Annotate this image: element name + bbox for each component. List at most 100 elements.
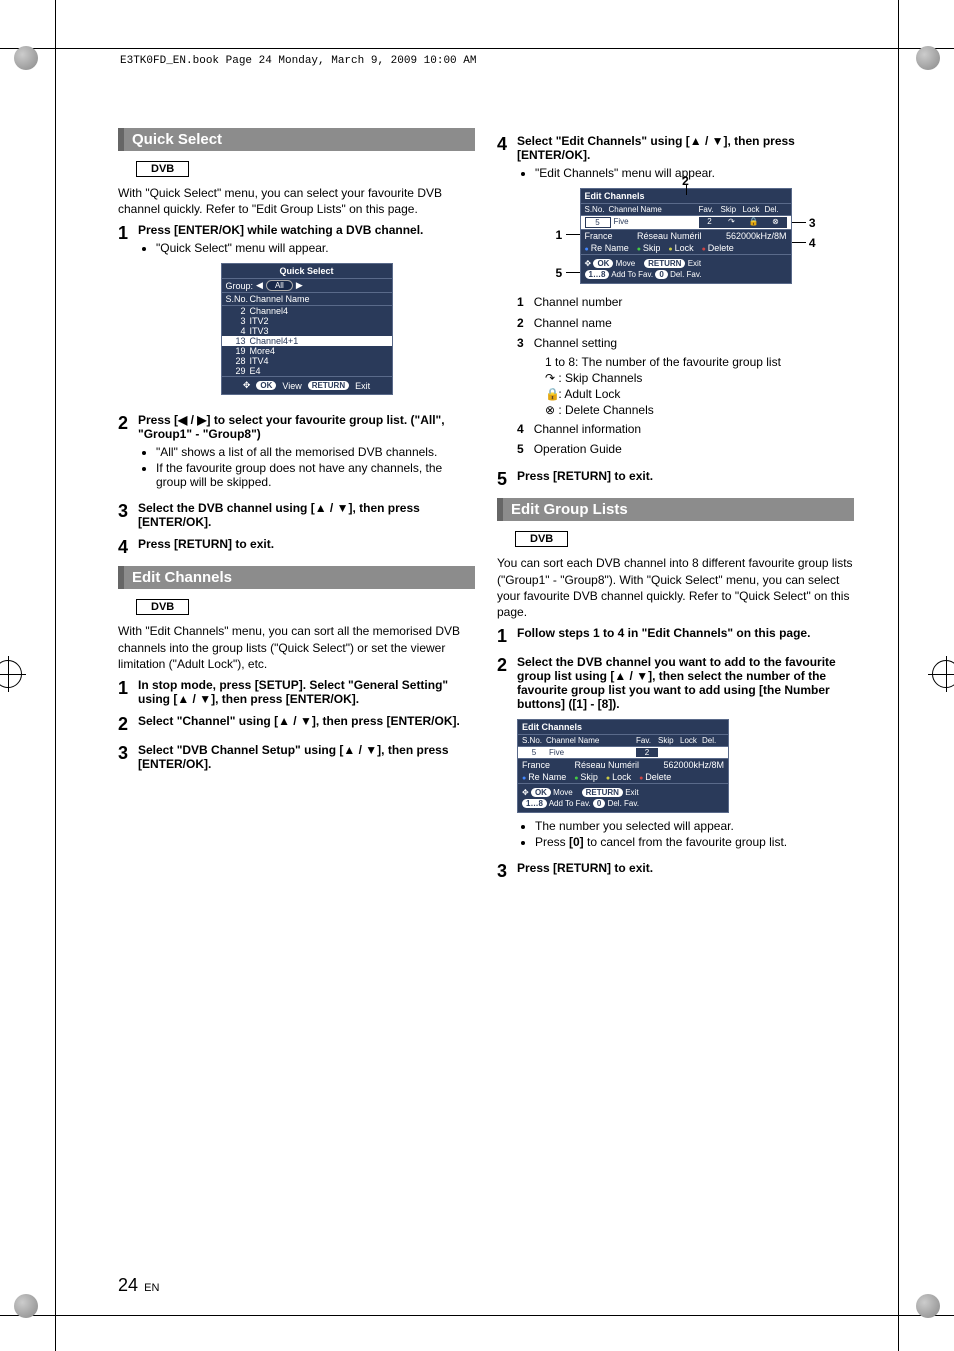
guide-move: Move bbox=[553, 788, 573, 797]
return-button-icon: RETURN bbox=[644, 259, 685, 268]
intro-text: With "Edit Channels" menu, you can sort … bbox=[118, 623, 475, 672]
intro-text: With "Quick Select" menu, you can select… bbox=[118, 185, 475, 217]
list-name: ITV3 bbox=[250, 326, 269, 336]
step-bullet: "Edit Channels" menu will appear. bbox=[535, 166, 854, 180]
op-delete: Delete bbox=[702, 243, 734, 253]
left-column: Quick Select DVB With "Quick Select" men… bbox=[118, 128, 475, 890]
list-name: ITV4 bbox=[250, 356, 269, 366]
guide-delfav: Del. Fav. bbox=[608, 799, 639, 808]
return-button-icon: RETURN bbox=[582, 788, 623, 797]
op-rename: Re Name bbox=[585, 243, 629, 253]
ok-button-icon: OK bbox=[593, 259, 613, 268]
info-country: France bbox=[522, 760, 550, 770]
num-button-icon: 1…8 bbox=[585, 270, 610, 279]
crop-line bbox=[0, 48, 954, 49]
legend-item: Channel information bbox=[534, 422, 641, 436]
step-lead: Select "Edit Channels" using [▲ / ▼], th… bbox=[517, 134, 854, 162]
foot-view: View bbox=[282, 381, 301, 391]
step-4: 4 Press [RETURN] to exit. bbox=[118, 537, 475, 558]
section-title-quick-select: Quick Select bbox=[118, 128, 475, 151]
col-del: Del. bbox=[702, 736, 724, 745]
step-lead: Select "DVB Channel Setup" using [▲ / ▼]… bbox=[138, 743, 475, 771]
register-mark-icon bbox=[0, 660, 22, 688]
guide-move: Move bbox=[616, 259, 636, 268]
step-3: 3Select "DVB Channel Setup" using [▲ / ▼… bbox=[118, 743, 475, 771]
step-lead: Press [◀ / ▶] to select your favourite g… bbox=[138, 413, 475, 441]
ok-button-icon: OK bbox=[256, 381, 276, 390]
step-lead: Press [RETURN] to exit. bbox=[517, 861, 854, 875]
info-mux: Réseau Numéril bbox=[637, 231, 702, 241]
step-lead: Press [ENTER/OK] while watching a DVB ch… bbox=[138, 223, 475, 237]
col-skip: Skip bbox=[721, 205, 743, 214]
legend: 1 Channel number 2 Channel name 3 Channe… bbox=[517, 294, 854, 457]
step-1: 1 Press [ENTER/OK] while watching a DVB … bbox=[118, 223, 475, 405]
step-lead: In stop mode, press [SETUP]. Select "Gen… bbox=[138, 678, 475, 706]
row-sno: 5 bbox=[522, 748, 546, 757]
step-1: 1Follow steps 1 to 4 in "Edit Channels" … bbox=[497, 626, 854, 647]
row-sno: 5 bbox=[585, 217, 611, 228]
info-freq: 562000kHz/8M bbox=[663, 760, 724, 770]
step-5: 5 Press [RETURN] to exit. bbox=[497, 469, 854, 490]
op-skip: Skip bbox=[637, 243, 661, 253]
list-sno: 28 bbox=[226, 356, 250, 366]
step-lead: Select the DVB channel you want to add t… bbox=[517, 655, 854, 711]
arrow-right-icon: ▶ bbox=[296, 280, 303, 291]
list-sno: 19 bbox=[226, 346, 250, 356]
legend-item: Operation Guide bbox=[534, 442, 622, 456]
edit-channels-ui: Edit Channels S.No. Channel Name Fav. Sk… bbox=[580, 188, 792, 284]
col-name: Channel Name bbox=[546, 736, 636, 745]
callout-3: 3 bbox=[809, 216, 816, 230]
crop-line bbox=[55, 0, 56, 1351]
list-sno: 2 bbox=[226, 306, 250, 316]
list-name: ITV2 bbox=[250, 316, 269, 326]
col-sno: S.No. bbox=[522, 736, 546, 745]
register-circle-icon bbox=[916, 46, 940, 70]
group-label: Group: bbox=[226, 281, 254, 291]
ui-title: Edit Channels bbox=[518, 720, 728, 734]
crop-line bbox=[0, 1315, 954, 1316]
info-country: France bbox=[585, 231, 613, 241]
step-2: 2 Press [◀ / ▶] to select your favourite… bbox=[118, 413, 475, 493]
step-lead: Select the DVB channel using [▲ / ▼], th… bbox=[138, 501, 475, 529]
ok-button-icon: OK bbox=[531, 788, 551, 797]
col-fav: Fav. bbox=[699, 205, 721, 214]
foot-exit: Exit bbox=[355, 381, 370, 391]
page-number-value: 24 bbox=[118, 1275, 138, 1295]
col-lock: Lock bbox=[743, 205, 765, 214]
zero-button-icon: 0 bbox=[593, 799, 605, 808]
step-lead: Select "Channel" using [▲ / ▼], then pre… bbox=[138, 714, 475, 728]
col-lock: Lock bbox=[680, 736, 702, 745]
zero-button-icon: 0 bbox=[655, 270, 667, 279]
register-circle-icon bbox=[14, 46, 38, 70]
step-2: 2Select "Channel" using [▲ / ▼], then pr… bbox=[118, 714, 475, 735]
dvb-tag: DVB bbox=[136, 161, 189, 177]
guide-delfav: Del. Fav. bbox=[670, 270, 701, 279]
lock-icon: 🔒 bbox=[545, 387, 555, 401]
row-fav: 2 bbox=[699, 217, 721, 228]
col-del: Del. bbox=[765, 205, 787, 214]
callout-1: 1 bbox=[556, 228, 563, 242]
intro-text: You can sort each DVB channel into 8 dif… bbox=[497, 555, 854, 620]
step-2: 2 Select the DVB channel you want to add… bbox=[497, 655, 854, 853]
step-lead: Follow steps 1 to 4 in "Edit Channels" o… bbox=[517, 626, 854, 640]
legend-sub: : Skip Channels bbox=[558, 371, 642, 385]
step-bullet: If the favourite group does not have any… bbox=[156, 461, 475, 489]
page-number-suffix: EN bbox=[144, 1282, 159, 1294]
list-sno: 13 bbox=[226, 336, 250, 346]
list-name: More4 bbox=[250, 346, 276, 356]
dpad-icon: ✥ bbox=[522, 788, 529, 797]
step-bullet: "Quick Select" menu will appear. bbox=[156, 241, 475, 255]
quick-select-ui: Quick Select Group: ◀ All ▶ S.No. Chan bbox=[221, 263, 393, 395]
step-4: 4 Select "Edit Channels" using [▲ / ▼], … bbox=[497, 134, 854, 461]
edit-channels-ui-wrap: 2 1 3 4 5 Edit Channels bbox=[556, 188, 816, 284]
legend-sub: : Delete Channels bbox=[558, 403, 653, 417]
op-skip: Skip bbox=[574, 772, 598, 782]
op-rename: Re Name bbox=[522, 772, 566, 782]
ui-title: Quick Select bbox=[222, 264, 392, 278]
callout-5: 5 bbox=[556, 266, 563, 280]
step-bullet: The number you selected will appear. bbox=[535, 819, 854, 833]
col-fav: Fav. bbox=[636, 736, 658, 745]
step-lead: Press [RETURN] to exit. bbox=[517, 469, 854, 483]
row-name: Five bbox=[546, 748, 636, 757]
list-name: Channel4 bbox=[250, 306, 289, 316]
